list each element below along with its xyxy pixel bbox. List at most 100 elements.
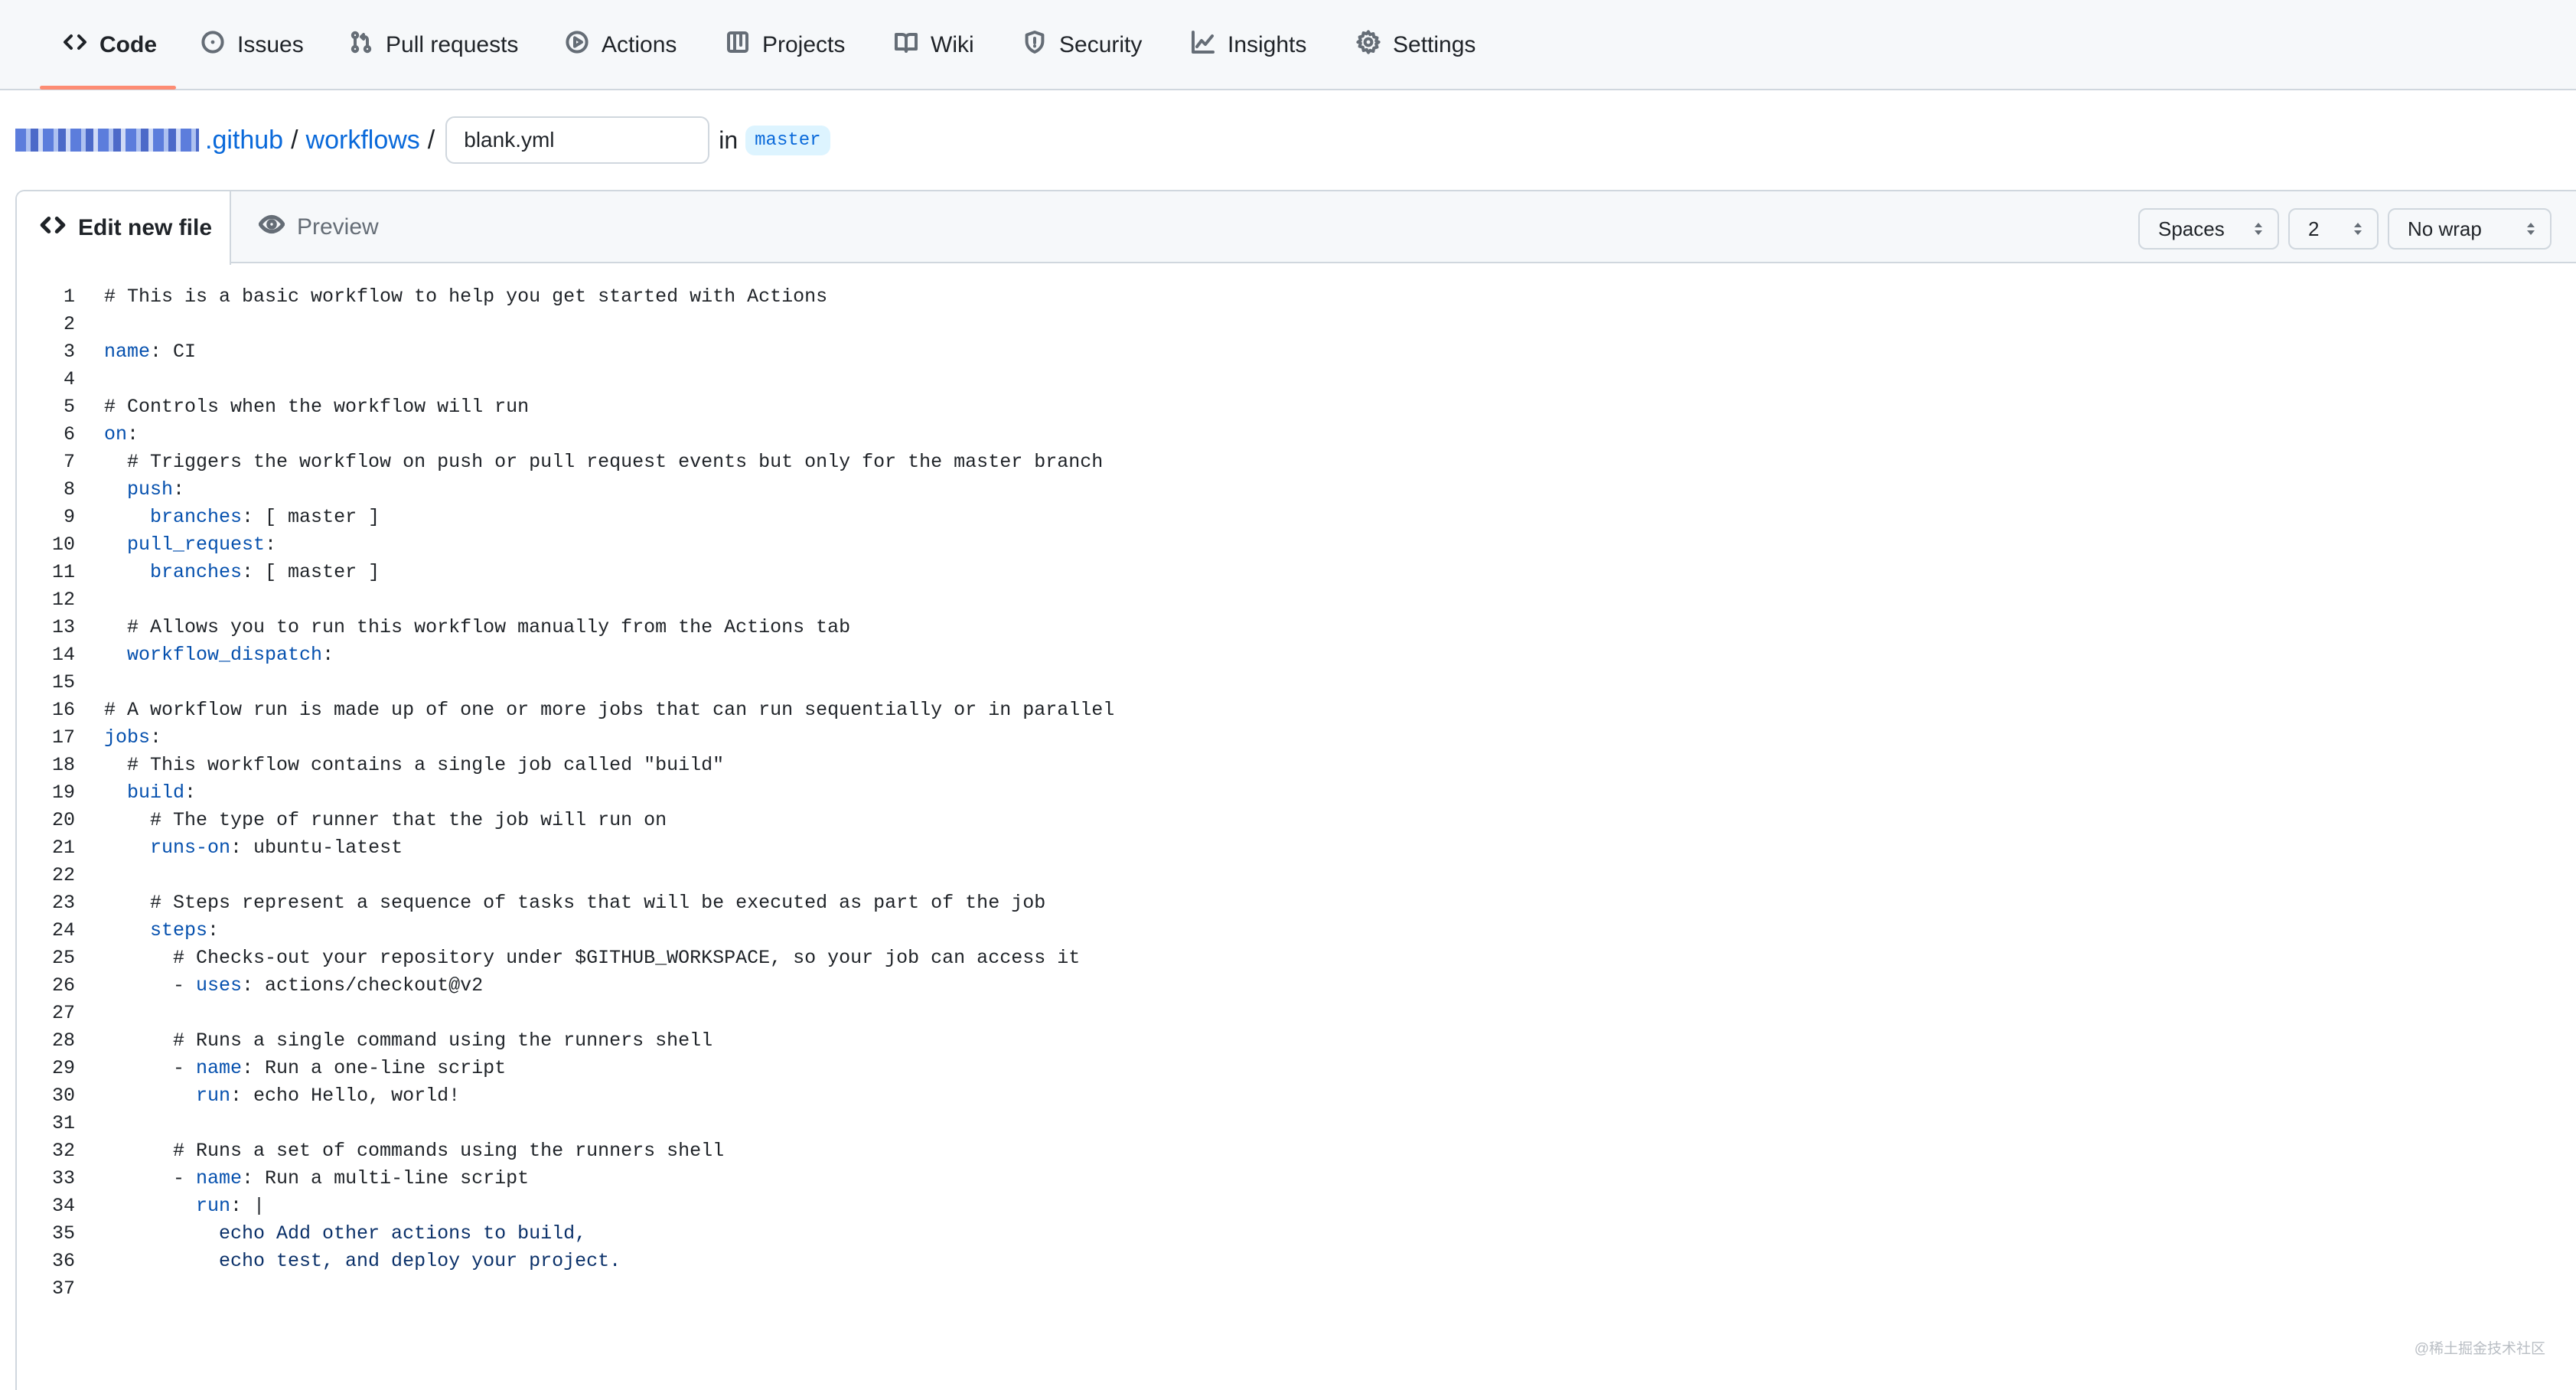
line-number: 13 (51, 616, 75, 638)
line-number: 14 (51, 644, 75, 666)
tab-label: Pull requests (386, 32, 519, 57)
graph-icon (1191, 30, 1228, 60)
select-caret-icon (2253, 220, 2264, 237)
line-number: 19 (51, 781, 75, 804)
line-number: 1 (63, 286, 75, 308)
code-line: 2 (17, 311, 2576, 338)
code-line: 24 steps: (17, 917, 2576, 945)
code-line: 20 # The type of runner that the job wil… (17, 807, 2576, 834)
line-number: 29 (51, 1057, 75, 1079)
code-line: 3 name: CI (17, 338, 2576, 366)
line-content: - name: Run a one-line script (104, 1057, 507, 1079)
code-line: 6 on: (17, 421, 2576, 449)
table-icon (726, 30, 762, 60)
code-line: 37 (17, 1275, 2576, 1303)
code-line: 1 # This is a basic workflow to help you … (17, 283, 2576, 311)
line-number: 10 (51, 533, 75, 556)
line-number: 28 (51, 1029, 75, 1052)
tab-code[interactable]: Code (63, 0, 157, 90)
line-number: 25 (51, 947, 75, 969)
line-number: 24 (51, 919, 75, 941)
wrap-mode-select[interactable]: No wrap (2388, 208, 2552, 250)
line-content: runs-on: ubuntu-latest (150, 837, 403, 859)
tab-label: Security (1059, 32, 1143, 57)
tab-edit-new-file[interactable]: Edit new file (17, 191, 231, 265)
tab-preview[interactable]: Preview (258, 191, 379, 263)
indent-mode-select[interactable]: Spaces (2138, 208, 2279, 250)
breadcrumb-workflows-dir[interactable]: workflows (306, 126, 420, 155)
code-line: 32 # Runs a set of commands using the ru… (17, 1137, 2576, 1165)
line-content: # Steps represent a sequence of tasks th… (104, 892, 1046, 914)
line-number: 35 (51, 1222, 75, 1245)
code-line: 35 echo Add other actions to build, (17, 1220, 2576, 1248)
line-number: 15 (51, 671, 75, 693)
tab-actions[interactable]: Actions (565, 0, 677, 90)
tab-label: Projects (762, 32, 846, 57)
select-caret-icon (2525, 220, 2536, 237)
tab-settings[interactable]: Settings (1356, 0, 1475, 90)
code-line: 28 # Runs a single command using the run… (17, 1027, 2576, 1055)
code-line: 7 # Triggers the workflow on push or pul… (17, 449, 2576, 476)
code-line: 11 branches: [ master ] (17, 559, 2576, 586)
line-content: steps: (150, 919, 220, 941)
tab-projects[interactable]: Projects (726, 0, 845, 90)
line-number: 11 (51, 561, 75, 583)
tab-wiki[interactable]: Wiki (894, 0, 974, 90)
indent-mode-value: Spaces (2158, 217, 2225, 240)
branch-badge: master (745, 125, 830, 155)
repo-owner-link-redacted[interactable] (15, 129, 199, 152)
selected-tab-indicator (40, 86, 176, 90)
line-number: 34 (51, 1195, 75, 1217)
line-number: 21 (51, 837, 75, 859)
line-content: name: CI (104, 341, 197, 363)
code-line: 26 - uses: actions/checkout@v2 (17, 972, 2576, 1000)
tab-label: Actions (602, 32, 677, 57)
line-number: 7 (63, 451, 75, 473)
tab-issues[interactable]: Issues (201, 0, 304, 90)
line-content: branches: [ master ] (150, 506, 380, 528)
code-line: 30 run: echo Hello, world! (17, 1082, 2576, 1110)
tab-label: Insights (1228, 32, 1307, 57)
line-content: # Triggers the workflow on push or pull … (104, 451, 1104, 473)
code-icon (63, 30, 99, 60)
code-line: 33 - name: Run a multi-line script (17, 1165, 2576, 1193)
line-content: jobs: (104, 726, 162, 749)
line-content: echo test, and deploy your project. (104, 1250, 621, 1272)
line-content: - uses: actions/checkout@v2 (104, 974, 484, 997)
breadcrumb-github-dir[interactable]: .github (205, 126, 283, 155)
line-number: 9 (63, 506, 75, 528)
line-number: 37 (51, 1277, 75, 1300)
line-content: build: (127, 781, 197, 804)
line-number: 8 (63, 478, 75, 501)
filename-input[interactable] (445, 116, 710, 164)
code-line: 15 (17, 669, 2576, 697)
code-area[interactable]: 1 # This is a basic workflow to help you … (17, 283, 2576, 1303)
line-content: # This is a basic workflow to help you g… (104, 286, 828, 308)
editor-header: Edit new file Preview Spaces 2 No wrap (17, 191, 2576, 265)
book-icon (894, 30, 931, 60)
line-number: 16 (51, 699, 75, 721)
code-line: 34 run: | (17, 1193, 2576, 1220)
code-line: 29 - name: Run a one-line script (17, 1055, 2576, 1082)
tab-insights[interactable]: Insights (1191, 0, 1306, 90)
code-line: 8 push: (17, 476, 2576, 504)
code-line: 36 echo test, and deploy your project. (17, 1248, 2576, 1275)
line-number: 26 (51, 974, 75, 997)
code-line: 27 (17, 1000, 2576, 1027)
line-content: # This workflow contains a single job ca… (104, 754, 725, 776)
line-content: pull_request: (127, 533, 277, 556)
indent-size-select[interactable]: 2 (2288, 208, 2379, 250)
play-icon (565, 30, 602, 60)
tab-pull-requests[interactable]: Pull requests (349, 0, 518, 90)
code-line: 25 # Checks-out your repository under $G… (17, 945, 2576, 972)
tab-label: Edit new file (78, 215, 213, 240)
tab-label: Settings (1393, 32, 1476, 57)
repo-nav: Code Issues Pull requests Actions Projec… (0, 0, 2576, 90)
code-line: 16 # A workflow run is made up of one or … (17, 697, 2576, 724)
line-content: - name: Run a multi-line script (104, 1167, 530, 1189)
line-content: run: | (196, 1195, 266, 1217)
code-line: 23 # Steps represent a sequence of tasks… (17, 889, 2576, 917)
line-content: # Checks-out your repository under $GITH… (104, 947, 1081, 969)
tab-security[interactable]: Security (1022, 0, 1142, 90)
tab-label: Issues (237, 32, 304, 57)
